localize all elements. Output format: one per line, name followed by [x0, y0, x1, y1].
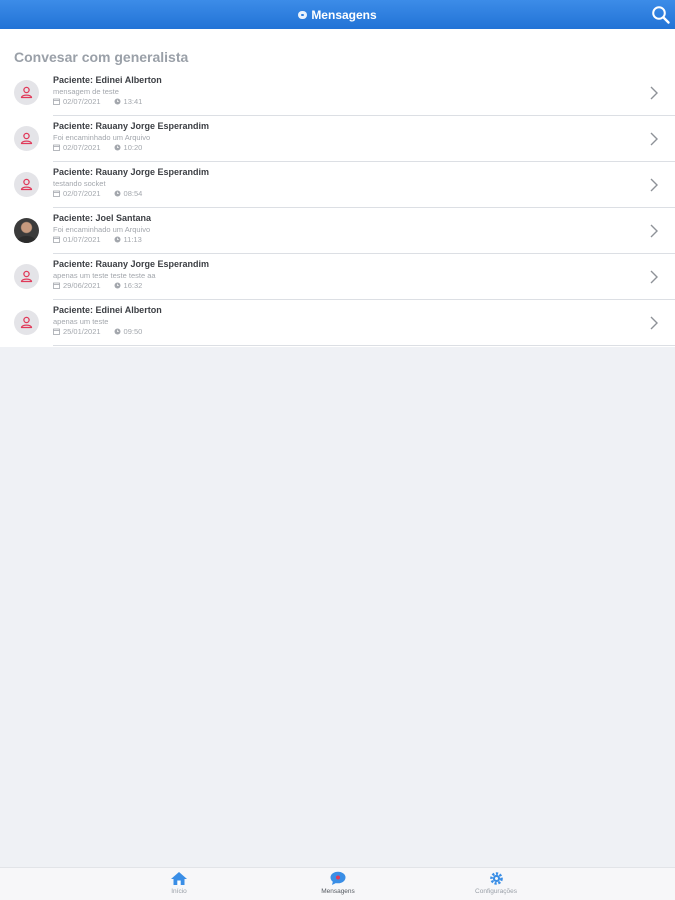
- search-icon: [652, 6, 670, 24]
- conversation-date: 29/06/2021: [63, 281, 101, 290]
- header-title: Mensagens: [298, 7, 377, 22]
- conversation-name: Paciente: Rauany Jorge Esperandim: [53, 167, 210, 177]
- conversation-item[interactable]: Paciente: Joel Santana Foi encaminhado u…: [0, 208, 675, 254]
- clock-icon: [114, 190, 121, 197]
- user-photo: [14, 218, 39, 243]
- chevron-right-icon: [650, 132, 658, 146]
- clock-icon: [114, 236, 121, 243]
- tab-mensagens[interactable]: Mensagens: [293, 871, 383, 895]
- calendar-icon: [53, 236, 60, 243]
- conversation-time: 13:41: [123, 97, 143, 106]
- conversation-date: 01/07/2021: [63, 235, 101, 244]
- search-button[interactable]: [651, 5, 671, 25]
- person-placeholder-icon: [20, 86, 33, 99]
- chevron-right-icon: [650, 270, 658, 284]
- conversation-message: Foi encaminhado um Arquivo: [53, 225, 151, 234]
- person-placeholder-icon: [20, 178, 33, 191]
- gear-icon: [489, 872, 503, 885]
- conversation-time: 11:13: [123, 235, 142, 244]
- chevron-right-icon: [650, 316, 658, 330]
- conversation-name: Paciente: Rauany Jorge Esperandim: [53, 121, 210, 131]
- conversation-message: apenas um teste teste teste aa: [53, 271, 156, 280]
- person-placeholder-icon: [20, 132, 33, 145]
- conversation-message: apenas um teste: [53, 317, 109, 326]
- conversation-name: Paciente: Edinei Alberton: [53, 305, 162, 315]
- person-placeholder-icon: [20, 316, 33, 329]
- tab-inicio[interactable]: Início: [134, 871, 224, 895]
- conversation-time: 09:50: [123, 327, 143, 336]
- conversation-meta: 29/06/2021 16:32: [53, 281, 142, 290]
- conversation-date: 02/07/2021: [63, 143, 101, 152]
- avatar: [14, 80, 39, 105]
- clock-icon: [114, 144, 121, 151]
- tab-label: Configurações: [475, 888, 517, 895]
- conversation-date: 02/07/2021: [63, 189, 101, 198]
- conversation-message: Foi encaminhado um Arquivo: [53, 133, 151, 142]
- conversation-item[interactable]: Paciente: Edinei Alberton mensagem de te…: [0, 70, 675, 116]
- chevron-right-icon: [650, 86, 658, 100]
- content: Convesar com generalista Paciente: Edine…: [0, 29, 675, 347]
- calendar-icon: [53, 98, 60, 105]
- chat-icon: [298, 10, 308, 19]
- calendar-icon: [53, 144, 60, 151]
- clock-icon: [114, 282, 121, 289]
- nav-header: Mensagens: [0, 0, 675, 29]
- conversation-item[interactable]: Paciente: Rauany Jorge Esperandim testan…: [0, 162, 675, 208]
- conversation-meta: 25/01/2021 09:50: [53, 327, 142, 336]
- section-title: Convesar com generalista: [14, 49, 189, 65]
- tab-bar: Início Mensagens Configurações: [0, 867, 675, 900]
- conversation-meta: 02/07/2021 08:54: [53, 189, 142, 198]
- avatar: [14, 126, 39, 151]
- tab-label: Início: [171, 888, 187, 895]
- avatar: [14, 264, 39, 289]
- conversation-time: 08:54: [123, 189, 143, 198]
- app: Mensagens Convesar com generalista Pacie…: [0, 0, 675, 900]
- tab-label: Mensagens: [321, 888, 355, 895]
- avatar: [14, 172, 39, 197]
- calendar-icon: [53, 190, 60, 197]
- calendar-icon: [53, 328, 60, 335]
- conversation-meta: 01/07/2021 11:13: [53, 235, 142, 244]
- conversation-item[interactable]: Paciente: Rauany Jorge Esperandim apenas…: [0, 254, 675, 300]
- avatar: [14, 310, 39, 335]
- clock-icon: [114, 98, 121, 105]
- header-title-text: Mensagens: [311, 7, 377, 22]
- conversation-item[interactable]: Paciente: Rauany Jorge Esperandim Foi en…: [0, 116, 675, 162]
- conversation-list: Paciente: Edinei Alberton mensagem de te…: [0, 70, 675, 346]
- conversation-date: 02/07/2021: [63, 97, 101, 106]
- chevron-right-icon: [650, 224, 658, 238]
- conversation-name: Paciente: Edinei Alberton: [53, 75, 162, 85]
- conversation-date: 25/01/2021: [63, 327, 101, 336]
- calendar-icon: [53, 282, 60, 289]
- home-icon: [171, 872, 187, 885]
- clock-icon: [114, 328, 121, 335]
- conversation-time: 16:32: [123, 281, 143, 290]
- chevron-right-icon: [650, 178, 658, 192]
- conversation-meta: 02/07/2021 13:41: [53, 97, 142, 106]
- conversation-time: 10:20: [123, 143, 143, 152]
- conversation-meta: 02/07/2021 10:20: [53, 143, 142, 152]
- conversation-message: mensagem de teste: [53, 87, 119, 96]
- person-placeholder-icon: [20, 270, 33, 283]
- conversation-name: Paciente: Joel Santana: [53, 213, 152, 223]
- conversation-name: Paciente: Rauany Jorge Esperandim: [53, 259, 210, 269]
- chat-bubble-icon: [330, 871, 346, 885]
- conversation-item[interactable]: Paciente: Edinei Alberton apenas um test…: [0, 300, 675, 346]
- conversation-message: testando socket: [53, 179, 106, 188]
- tab-configuracoes[interactable]: Configurações: [451, 871, 541, 895]
